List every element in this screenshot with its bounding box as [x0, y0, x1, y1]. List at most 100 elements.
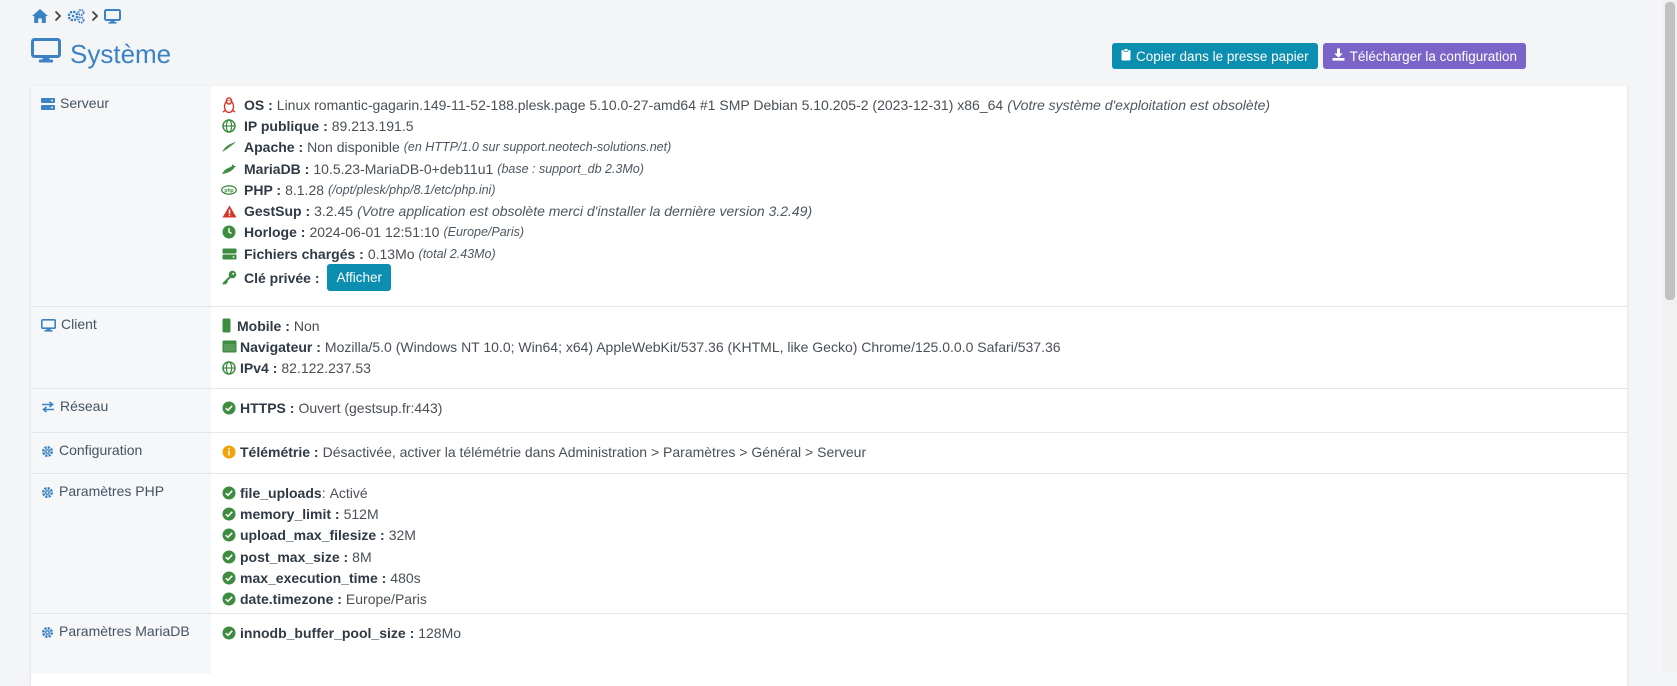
gestsup-note: (Votre application est obsolète merci d'…: [357, 203, 813, 220]
section-server: Serveur OS : Linux romantic-gagarin.149-…: [31, 86, 1627, 307]
private-key-label: Clé privée :: [244, 269, 320, 286]
php-icon: php: [221, 182, 237, 198]
innodb-buffer-pool-size-value: 128Mo: [418, 624, 462, 641]
memory-limit-value: 512M: [343, 505, 379, 522]
chevron-right-icon: [91, 10, 99, 22]
copy-to-clipboard-button[interactable]: Copier dans le presse papier: [1112, 43, 1318, 69]
page-scrollbar[interactable]: [1663, 0, 1677, 672]
gear-icon: [41, 442, 54, 461]
browser-window-icon: [221, 339, 237, 355]
show-private-key-button[interactable]: Afficher: [327, 264, 392, 292]
gear-icon: [41, 483, 54, 502]
desktop-icon[interactable]: [104, 8, 121, 24]
gestsup-line: GestSup : 3.2.45 (Votre application est …: [221, 200, 1627, 221]
file-uploads-separator: :: [321, 484, 326, 501]
section-client-values: Mobile : Non Navigateur : Mozilla/5.0 (W…: [211, 307, 1627, 388]
section-server-label: Serveur: [31, 86, 211, 306]
section-configuration-values: Télémétrie : Désactivée, activer la télé…: [211, 433, 1627, 473]
section-configuration: Configuration Télémétrie : Désactivée, a…: [31, 433, 1627, 474]
chevron-right-icon: [54, 10, 62, 22]
copy-button-label: Copier dans le presse papier: [1136, 48, 1309, 64]
hdd-icon: [221, 246, 237, 262]
section-mariadb-params: Paramètres MariaDB innodb_buffer_pool_si…: [31, 614, 1627, 674]
os-label: OS :: [244, 96, 273, 113]
files-value: 0.13Mo: [367, 245, 415, 262]
ipv4-line: IPv4 : 82.122.237.53: [221, 358, 1627, 379]
browser-value: Mozilla/5.0 (Windows NT 10.0; Win64; x64…: [324, 338, 1061, 355]
check-circle-icon: [221, 485, 237, 501]
browser-label: Navigateur :: [240, 338, 321, 355]
https-label: HTTPS :: [240, 399, 295, 416]
clock-line: Horloge : 2024-06-01 12:51:10 (Europe/Pa…: [221, 222, 1627, 243]
svg-text:php: php: [224, 188, 233, 194]
check-circle-icon: [221, 527, 237, 543]
server-label-text: Serveur: [60, 95, 110, 111]
action-buttons: Copier dans le presse papier Télécharger…: [1112, 43, 1526, 69]
clock-value: 2024-06-01 12:51:10: [309, 224, 440, 241]
seal-icon: [221, 161, 237, 177]
gear-icon: [41, 623, 54, 642]
php-note: (/opt/plesk/php/8.1/etc/php.ini): [328, 182, 496, 197]
download-button-label: Télécharger la configuration: [1349, 48, 1517, 64]
feather-icon: [221, 139, 237, 155]
section-php-params-values: file_uploads : Activé memory_limit : 512…: [211, 474, 1627, 613]
upload-max-filesize-value: 32M: [388, 527, 416, 544]
php-param-line: upload_max_filesize : 32M: [221, 525, 1627, 546]
mariadb-param-line: innodb_buffer_pool_size : 128Mo: [221, 622, 1627, 643]
info-circle-icon: [221, 444, 237, 460]
gestsup-value: 3.2.45: [314, 203, 354, 220]
gestsup-label: GestSup :: [244, 203, 311, 220]
php-param-line: file_uploads : Activé: [221, 482, 1627, 503]
file-uploads-label: file_uploads: [240, 484, 322, 501]
download-icon: [1332, 48, 1345, 64]
os-value: Linux romantic-gagarin.149-11-52-188.ple…: [276, 96, 1004, 113]
check-circle-icon: [221, 570, 237, 586]
server-icon: [41, 95, 55, 113]
section-mariadb-params-label: Paramètres MariaDB: [31, 614, 211, 674]
memory-limit-label: memory_limit :: [240, 505, 340, 522]
network-label-text: Réseau: [60, 398, 109, 414]
php-value: 8.1.28: [285, 181, 325, 198]
apache-line: Apache : Non disponible (en HTTP/1.0 sur…: [221, 137, 1627, 158]
apache-value: Non disponible: [307, 139, 400, 156]
scrollbar-thumb[interactable]: [1665, 2, 1675, 300]
php-param-line: max_execution_time : 480s: [221, 567, 1627, 588]
apache-label: Apache :: [244, 139, 304, 156]
mariadb-value: 10.5.23-MariaDB-0+deb11u1: [313, 160, 494, 177]
client-label-text: Client: [61, 316, 97, 332]
post-max-size-value: 8M: [352, 548, 372, 565]
files-note: (total 2.43Mo): [418, 246, 496, 261]
section-network-label: Réseau: [31, 389, 211, 432]
mariadb-line: MariaDB : 10.5.23-MariaDB-0+deb11u1 (bas…: [221, 158, 1627, 179]
file-uploads-value: Activé: [329, 484, 368, 501]
download-configuration-button[interactable]: Télécharger la configuration: [1322, 43, 1526, 69]
globe-icon: [221, 118, 237, 134]
desktop-icon: [41, 316, 56, 335]
key-icon: [221, 270, 237, 286]
os-line: OS : Linux romantic-gagarin.149-11-52-18…: [221, 94, 1627, 115]
section-server-values: OS : Linux romantic-gagarin.149-11-52-18…: [211, 86, 1627, 306]
mobile-icon: [221, 318, 231, 334]
browser-line: Navigateur : Mozilla/5.0 (Windows NT 10.…: [221, 336, 1627, 357]
innodb-buffer-pool-size-label: innodb_buffer_pool_size :: [240, 624, 415, 641]
max-execution-time-value: 480s: [390, 569, 421, 586]
mobile-value: Non: [293, 317, 320, 334]
section-client: Client Mobile : Non Navigateur : Mozilla…: [31, 307, 1627, 389]
exchange-icon: [41, 398, 55, 416]
php-params-label-text: Paramètres PHP: [59, 483, 165, 499]
php-param-line: date.timezone : Europe/Paris: [221, 588, 1627, 609]
clock-label: Horloge :: [244, 224, 306, 241]
files-label: Fichiers chargés :: [244, 245, 364, 262]
configuration-label-text: Configuration: [59, 442, 143, 458]
cogs-icon[interactable]: [67, 8, 86, 24]
mobile-line: Mobile : Non: [221, 315, 1627, 336]
max-execution-time-label: max_execution_time :: [240, 569, 387, 586]
check-circle-icon: [221, 625, 237, 641]
ipv4-value: 82.122.237.53: [281, 360, 371, 377]
page-title: Système: [31, 36, 171, 72]
home-icon[interactable]: [31, 8, 49, 24]
post-max-size-label: post_max_size :: [240, 548, 349, 565]
section-network: Réseau HTTPS : Ouvert (gestsup.fr:443): [31, 389, 1627, 433]
ip-label: IP publique :: [244, 117, 328, 134]
mariadb-note: (base : support_db 2.3Mo): [497, 161, 644, 176]
